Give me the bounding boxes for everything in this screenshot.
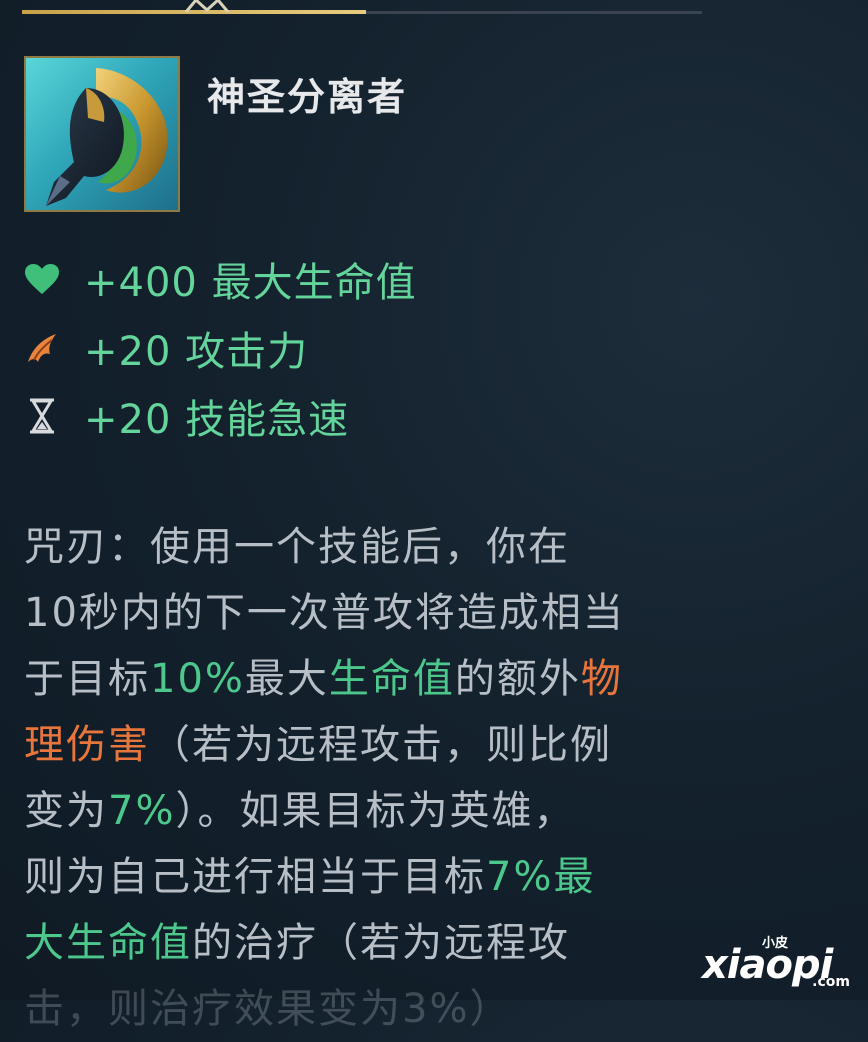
- desc-line: 理伤害（若为远程攻击，则比例: [24, 722, 612, 768]
- stat-ability-haste: +20 技能急速: [22, 391, 349, 443]
- stat-health-text: +400 最大生命值: [84, 260, 417, 306]
- desc-line: 变为7%）。如果目标为英雄，: [24, 788, 576, 834]
- desc-line-cutoff: 击，则治疗效果变为3%）: [24, 986, 512, 1032]
- tab-ornament-icon: [184, 0, 230, 12]
- tab-inactive-indicator[interactable]: [366, 11, 702, 14]
- desc-line: 10秒内的下一次普攻将造成相当: [24, 590, 625, 636]
- item-icon: [24, 56, 180, 212]
- stat-attack-damage: +20 攻击力: [22, 323, 308, 375]
- stat-attack-damage-text: +20 攻击力: [84, 329, 309, 375]
- stat-health: +400 最大生命值: [22, 254, 417, 306]
- item-passive-description: 咒刃：使用一个技能后，你在 10秒内的下一次普攻将造成相当 于目标10%最大生命…: [24, 514, 714, 1042]
- site-watermark-logo: 小皮 xiaopi .com: [702, 936, 850, 990]
- item-name: 神圣分离者: [207, 75, 408, 119]
- desc-line: 则为自己进行相当于目标7%最: [24, 854, 596, 900]
- desc-line: 咒刃：使用一个技能后，你在: [24, 524, 570, 570]
- desc-line: 于目标10%最大生命值的额外物: [24, 656, 623, 702]
- item-tooltip-panel: 神圣分离者 +400 最大生命值 +20 攻击力 +20 技能急速 咒刃：使用一…: [0, 0, 868, 1032]
- heart-icon: [22, 259, 62, 299]
- desc-line: 大生命值的治疗（若为远程攻: [24, 920, 570, 966]
- hourglass-icon: [22, 396, 62, 436]
- divine-sunderer-icon: [46, 68, 168, 206]
- stat-ability-haste-text: +20 技能急速: [84, 397, 350, 443]
- attack-damage-icon: [22, 328, 62, 368]
- tab-bar: [22, 0, 702, 16]
